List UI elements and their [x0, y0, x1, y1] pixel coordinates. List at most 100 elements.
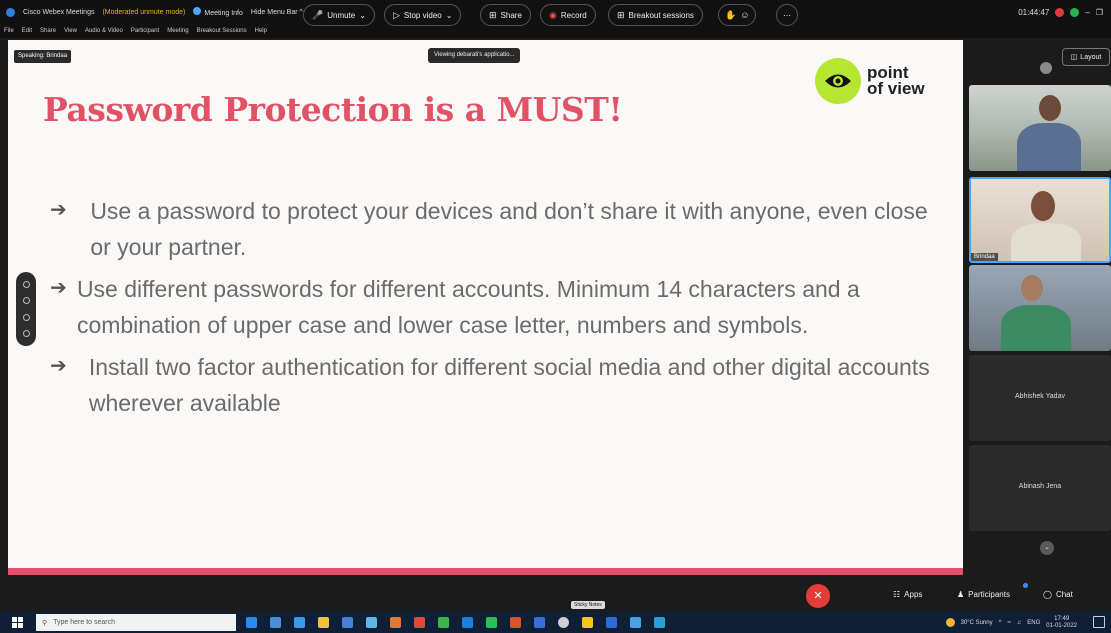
share-button[interactable]: ⊞ Share — [480, 4, 531, 26]
chat-button[interactable]: ◯ Chat — [1043, 590, 1073, 599]
volume-icon[interactable]: ♫ — [1017, 620, 1022, 626]
bullet-item: ➔ Use a password to protect your devices… — [50, 193, 930, 265]
participants-button[interactable]: ♟ Participants — [957, 590, 1010, 599]
restore-button[interactable]: ❐ — [1096, 8, 1103, 17]
video-tile[interactable] — [969, 265, 1111, 351]
hand-icon: ✋ — [725, 9, 737, 20]
hide-menu-bar-button[interactable]: Hide Menu Bar ^ — [251, 9, 303, 16]
more-icon: ⋯ — [783, 10, 791, 20]
chrome-icon[interactable] — [414, 617, 425, 628]
file-explorer-icon[interactable] — [318, 617, 329, 628]
titlebar-right: 01:44:47 – ❐ — [1018, 0, 1103, 24]
layout-icon: ◫ — [1070, 54, 1078, 61]
tooltip: Sticky Notes — [571, 601, 605, 609]
system-tray: 30°C Sunny ^ ≈ ♫ ENG 17:49 01-01-2022 — [945, 612, 1077, 633]
stop-video-button[interactable]: ▷ Stop video ⌄ — [384, 4, 462, 26]
meeting-info-button[interactable]: Meeting Info — [193, 7, 243, 17]
connection-icon — [1070, 7, 1080, 17]
chevron-down-icon[interactable]: ⌄ — [359, 11, 366, 20]
participant-video — [1031, 191, 1055, 221]
share-icon: ⊞ — [489, 9, 497, 20]
raise-hand-reactions-button[interactable]: ✋ ☺ — [718, 4, 757, 26]
self-view-icon[interactable] — [1040, 62, 1052, 74]
meeting-controls — [0, 581, 1111, 611]
recording-icon — [1055, 7, 1065, 17]
weather-text[interactable]: 30°C Sunny — [961, 620, 993, 626]
menu-file[interactable]: File — [4, 28, 14, 34]
speaking-indicator: Speaking: Brindaa — [14, 50, 72, 63]
more-options-button[interactable]: ⋯ — [776, 4, 798, 26]
logo-text: point of view — [867, 63, 925, 98]
participant-name: Abhishek Yadav — [1015, 393, 1065, 400]
taskbar-search[interactable]: ⚲ Type here to search — [36, 614, 236, 631]
app-icon[interactable] — [486, 617, 497, 628]
bullet-text: Use a password to protect your devices a… — [90, 198, 928, 260]
slide-title: Password Protection is a MUST! — [43, 90, 623, 129]
participants-icon: ♟ — [957, 590, 965, 599]
taskbar: ⚲ Type here to search 30°C Sunny ^ ≈ ♫ E… — [0, 612, 1111, 633]
notification-dot — [1023, 583, 1028, 588]
app-icon[interactable] — [606, 617, 617, 628]
video-tile[interactable] — [969, 85, 1111, 171]
unmute-button[interactable]: 🎤 Unmute ⌄ — [303, 4, 375, 26]
sticky-notes-icon[interactable] — [582, 617, 593, 628]
wifi-icon[interactable]: ≈ — [1007, 620, 1010, 626]
record-button[interactable]: ◉ Record — [540, 4, 596, 26]
app-icon[interactable] — [510, 617, 521, 628]
menu-share[interactable]: Share — [40, 28, 56, 34]
viewing-indicator[interactable]: Viewing debarati's applicatio... — [428, 48, 521, 63]
minimize-button[interactable]: – — [1085, 8, 1089, 17]
scroll-down-button[interactable]: ⌄ — [1040, 541, 1054, 555]
video-tile-off[interactable]: Abinash Jena — [969, 445, 1111, 531]
participant-name: Brindaa — [971, 253, 998, 261]
app-icon[interactable] — [462, 617, 473, 628]
menu-audio-video[interactable]: Audio & Video — [85, 28, 123, 34]
app-icon[interactable] — [534, 617, 545, 628]
task-view-icon[interactable] — [270, 617, 281, 628]
pointer-tool-icon[interactable] — [22, 280, 30, 288]
menu-edit[interactable]: Edit — [22, 28, 32, 34]
app-icon[interactable] — [654, 617, 665, 628]
search-placeholder: Type here to search — [53, 619, 116, 626]
menu-meeting[interactable]: Meeting — [167, 28, 188, 34]
store-icon[interactable] — [342, 617, 353, 628]
smiley-icon: ☺ — [740, 10, 750, 20]
edge-icon[interactable] — [294, 617, 305, 628]
app-icon[interactable] — [366, 617, 377, 628]
annotation-toolbar[interactable] — [16, 272, 36, 346]
help-icon[interactable] — [558, 617, 569, 628]
leave-meeting-button[interactable]: ✕ — [806, 584, 830, 608]
zoom-out-icon[interactable] — [22, 330, 30, 338]
bullet-text: Use different passwords for different ac… — [76, 276, 860, 338]
weather-icon — [945, 618, 955, 627]
layout-button[interactable]: ◫ Layout — [1062, 48, 1110, 66]
arrow-icon: ➔ — [50, 355, 67, 377]
menu-breakout-sessions[interactable]: Breakout Sessions — [197, 28, 247, 34]
apps-button[interactable]: ☷ Apps — [893, 590, 922, 599]
video-tile-active-speaker[interactable]: Brindaa — [969, 177, 1111, 263]
chevron-down-icon[interactable]: ⌄ — [446, 11, 453, 20]
record-icon: ◉ — [549, 9, 557, 20]
windows-start-icon[interactable] — [12, 617, 23, 628]
zoom-in-icon[interactable] — [22, 313, 30, 321]
menu-participant[interactable]: Participant — [131, 28, 159, 34]
firefox-icon[interactable] — [390, 617, 401, 628]
menu-help[interactable]: Help — [255, 28, 267, 34]
arrow-icon: ➔ — [50, 199, 67, 221]
webex-taskbar-icon[interactable] — [630, 617, 641, 628]
chat-icon: ◯ — [1043, 590, 1052, 599]
moderated-mode-label: (Moderated unmute mode) — [102, 8, 186, 16]
video-tile-off[interactable]: Abhishek Yadav — [969, 355, 1111, 441]
chevron-up-icon[interactable]: ^ — [999, 620, 1002, 626]
menu-view[interactable]: View — [64, 28, 77, 34]
notifications-icon[interactable] — [1093, 616, 1105, 628]
lang-label[interactable]: ENG — [1027, 620, 1040, 626]
app-icon[interactable] — [438, 617, 449, 628]
participant-video — [1039, 95, 1061, 121]
clock[interactable]: 17:49 01-01-2022 — [1046, 616, 1077, 630]
pen-tool-icon[interactable] — [22, 297, 30, 305]
breakout-sessions-button[interactable]: ⊞ Breakout sessions — [608, 4, 703, 26]
video-icon: ▷ — [393, 9, 400, 20]
cortana-icon[interactable] — [246, 617, 257, 628]
info-icon — [193, 7, 202, 15]
